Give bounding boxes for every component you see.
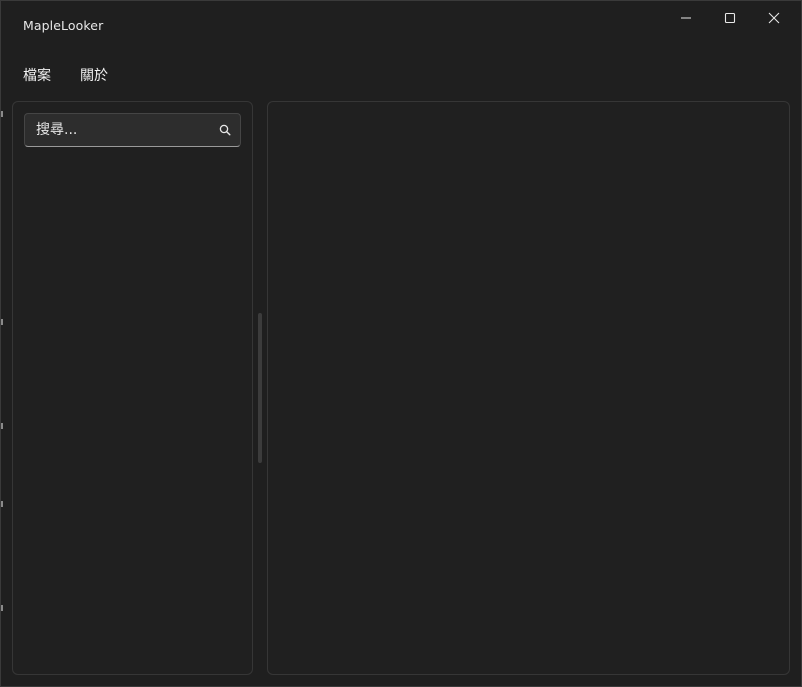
window-edge-marker [1,605,3,611]
pane-splitter[interactable] [258,313,262,463]
right-pane [267,101,790,675]
left-pane [12,101,253,675]
app-window: MapleLooker 檔案 關於 [0,0,802,687]
title-bar[interactable]: MapleLooker [1,1,801,51]
maximize-icon [724,12,736,24]
maximize-button[interactable] [707,1,753,35]
search-button[interactable] [210,115,240,145]
window-edge-marker [1,501,3,507]
search-icon [219,124,231,136]
search-input[interactable] [25,115,210,145]
window-edge-marker [1,423,3,429]
window-edge-marker [1,319,3,325]
menu-item-file[interactable]: 檔案 [11,60,63,90]
menu-bar: 檔案 關於 [11,59,125,91]
window-edge-marker [1,111,3,117]
close-button[interactable] [751,1,797,35]
search-box[interactable] [24,113,241,147]
minimize-icon [681,17,691,19]
minimize-button[interactable] [663,1,709,35]
menu-item-about[interactable]: 關於 [68,60,120,90]
close-icon [768,12,780,24]
app-title: MapleLooker [23,18,104,33]
